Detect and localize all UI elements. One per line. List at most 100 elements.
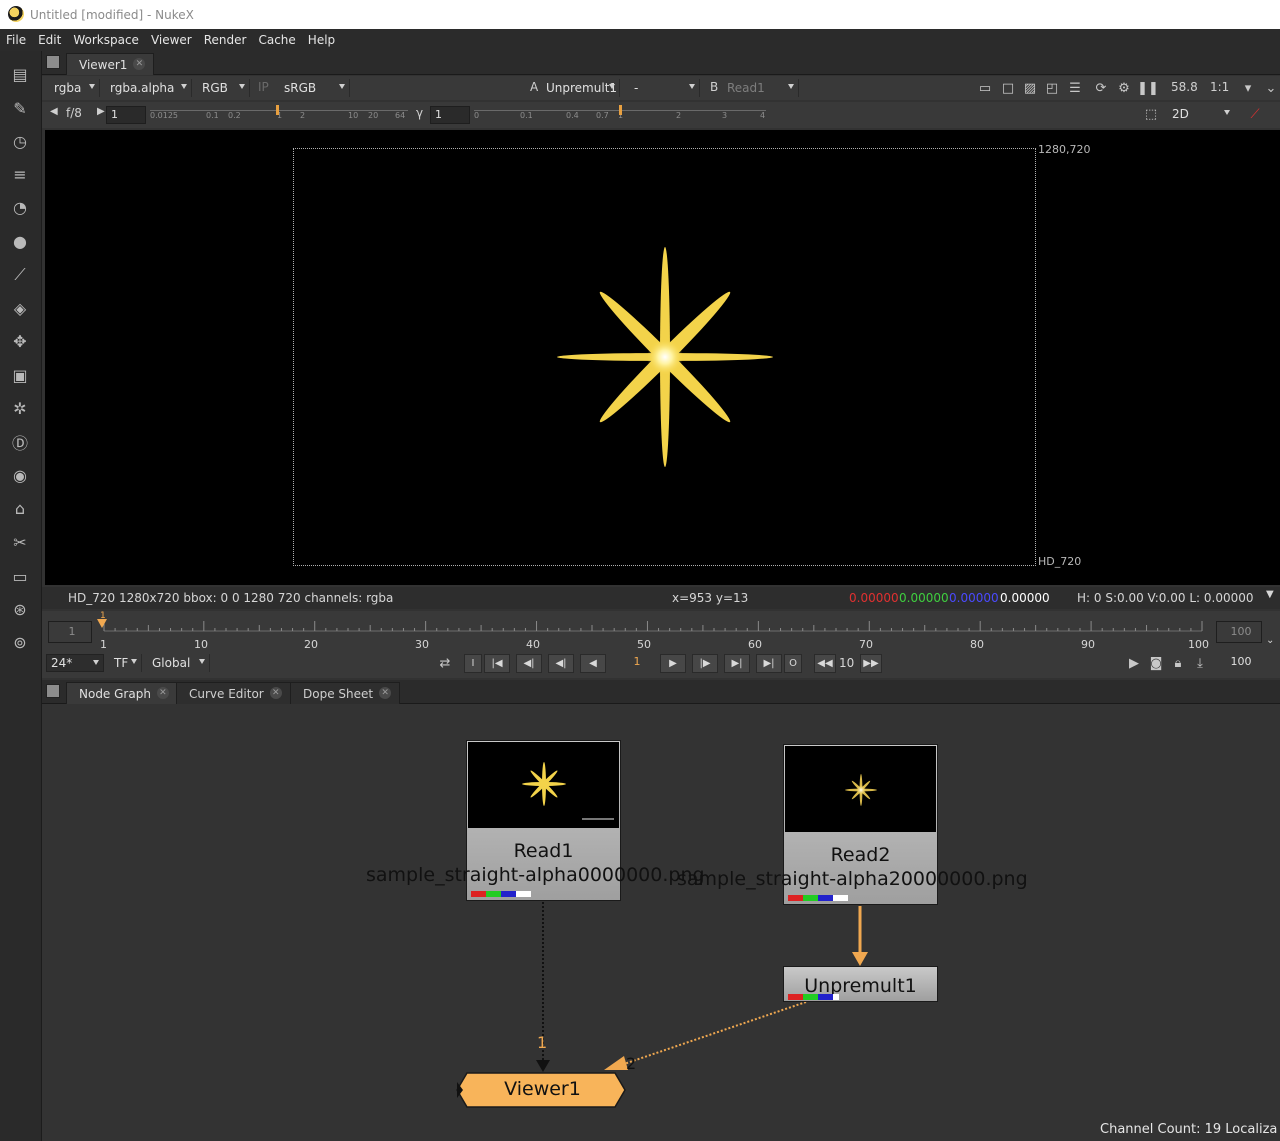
filter-tools-icon[interactable]: ●	[9, 230, 31, 252]
roi-icon[interactable]: ▭	[976, 79, 994, 97]
tab-curve-editor[interactable]: Curve Editor ✕	[176, 682, 291, 704]
close-icon[interactable]: ✕	[379, 687, 392, 699]
scanlines-icon[interactable]: ☰	[1066, 79, 1084, 97]
tick-label: 40	[526, 638, 540, 651]
draw-tools-icon[interactable]: ✎	[9, 97, 31, 119]
loop-mode-icon[interactable]: ⇄	[436, 654, 454, 672]
timeline-start-field[interactable]: 1	[48, 621, 92, 643]
paint-pick-icon[interactable]: ⟋	[1246, 105, 1264, 123]
in-point-button[interactable]: I	[464, 654, 482, 673]
refresh-icon[interactable]: ⟳	[1092, 79, 1110, 97]
range-scope-dropdown[interactable]: Global	[148, 654, 210, 672]
close-icon[interactable]: ✕	[156, 687, 169, 699]
input-b-dropdown[interactable]: Read1	[723, 79, 799, 97]
time-tools-icon[interactable]: ◷	[9, 130, 31, 152]
particles-tools-icon[interactable]: ✲	[9, 397, 31, 419]
end-frame-field[interactable]: 100	[1216, 654, 1262, 674]
node-graph-canvas[interactable]	[42, 704, 1280, 1141]
prev-keyframe-button[interactable]: ◀|	[516, 654, 542, 673]
menu-viewer[interactable]: Viewer	[145, 33, 198, 47]
play-backward-button[interactable]: ◀	[580, 654, 606, 673]
ofx-tools-icon[interactable]: ⊚	[9, 631, 31, 653]
image-tools-icon[interactable]: ▤	[9, 63, 31, 85]
prev-frame-button[interactable]: ◀|	[548, 654, 574, 673]
tab-node-graph[interactable]: Node Graph ✕	[66, 682, 178, 704]
pane-menu-icon[interactable]	[46, 55, 60, 69]
gain-slider-handle[interactable]	[276, 105, 279, 115]
timeline-end-field[interactable]: 100	[1216, 621, 1262, 643]
menu-help[interactable]: Help	[302, 33, 341, 47]
gamma-slider-handle[interactable]	[619, 105, 622, 115]
lut-dropdown[interactable]: sRGB	[280, 79, 350, 97]
channel-chip-blue	[818, 994, 833, 1000]
timeline-collapse-icon[interactable]: ⌄	[1266, 635, 1274, 646]
flipbook-icon[interactable]: ▶	[1125, 654, 1143, 672]
play-forward-button[interactable]: ▶	[660, 654, 686, 673]
guides-icon[interactable]: □	[999, 79, 1017, 97]
out-point-button[interactable]: O	[784, 654, 802, 673]
timeline: 1 1 1 10 20 30 40 50 60 70 80 90 100 100…	[42, 611, 1280, 651]
views-tools-icon[interactable]: ◉	[9, 464, 31, 486]
compare-dropdown[interactable]: -	[630, 79, 700, 97]
clip-warning-icon[interactable]: ▨	[1021, 79, 1039, 97]
step-forward-button[interactable]: ▶▶	[860, 654, 882, 673]
info-dropdown-icon[interactable]: ▼	[1266, 589, 1274, 600]
3d-tools-icon[interactable]: ▣	[9, 364, 31, 386]
capture-icon[interactable]: ◙	[1147, 654, 1165, 672]
merge-tools-icon[interactable]: ◈	[9, 297, 31, 319]
other-tools-icon[interactable]: ▭	[9, 565, 31, 587]
step-back-button[interactable]: ◀◀	[814, 654, 836, 673]
ip-button[interactable]: IP	[258, 80, 269, 94]
furnace-tools-icon[interactable]: ⊛	[9, 598, 31, 620]
metadata-tools-icon[interactable]: ⌂	[9, 497, 31, 519]
display-channel-dropdown[interactable]: RGB	[198, 79, 250, 97]
gamma-slider[interactable]: 0 0.1 0.4 0.7 1 2 3 4	[474, 105, 766, 122]
layer-dropdown[interactable]: rgba	[50, 79, 100, 97]
hsv-values: H: 0 S:0.00 V:0.00 L: 0.00000	[1077, 591, 1254, 605]
step-increment[interactable]: 10	[839, 656, 854, 670]
tf-dropdown[interactable]: TF	[110, 654, 142, 672]
tab-viewer1[interactable]: Viewer1 ✕	[66, 53, 155, 75]
region-select-icon[interactable]: ⬚	[1142, 105, 1160, 123]
collapse-icon[interactable]: ⌄	[1264, 79, 1278, 97]
settings-gear-icon[interactable]: ⚙	[1115, 79, 1133, 97]
zoom-value[interactable]: 58.8	[1171, 80, 1198, 94]
gain-slider[interactable]: 0.0125 0.1 0.2 1 2 10 20 64	[150, 105, 408, 122]
menu-render[interactable]: Render	[198, 33, 253, 47]
next-frame-button[interactable]: |▶	[692, 654, 718, 673]
gain-input[interactable]: 1	[106, 106, 146, 124]
keyer-tools-icon[interactable]: ⟋	[9, 264, 31, 286]
input-a-dropdown[interactable]: Unpremult1	[542, 79, 620, 97]
deep-tools-icon[interactable]: Ⓓ	[9, 431, 31, 453]
next-fstop-icon[interactable]: ▶	[97, 106, 105, 117]
menu-cache[interactable]: Cache	[252, 33, 301, 47]
fps-dropdown[interactable]: 24*	[46, 654, 104, 672]
timeline-ruler[interactable]	[98, 611, 1208, 651]
menu-workspace[interactable]: Workspace	[67, 33, 145, 47]
proxy-value[interactable]: 1:1	[1210, 80, 1229, 94]
next-keyframe-button[interactable]: ▶|	[724, 654, 750, 673]
toolsets-icon[interactable]: ✂	[9, 531, 31, 553]
menu-edit[interactable]: Edit	[32, 33, 67, 47]
cache-icon[interactable]: ⤓	[1191, 654, 1209, 672]
color-tools-icon[interactable]: ◔	[9, 196, 31, 218]
close-icon[interactable]: ✕	[269, 687, 282, 699]
prev-fstop-icon[interactable]: ◀	[50, 106, 58, 117]
channel-dropdown[interactable]: rgba.alpha	[106, 79, 192, 97]
lock-icon[interactable]: 🔒︎	[1169, 654, 1187, 672]
last-frame-button[interactable]: ▶|	[756, 654, 782, 673]
proxy-dropdown-icon[interactable]: ▾	[1241, 79, 1255, 97]
tab-dope-sheet[interactable]: Dope Sheet ✕	[290, 682, 401, 704]
first-frame-button[interactable]: |◀	[484, 654, 510, 673]
unpremult1-node[interactable]: Unpremult1	[783, 966, 938, 1002]
gamma-input[interactable]: 1	[430, 106, 470, 124]
view-mode-dropdown[interactable]: 2D	[1168, 105, 1234, 123]
transform-tools-icon[interactable]: ✥	[9, 330, 31, 352]
menu-file[interactable]: File	[0, 33, 32, 47]
channel-tools-icon[interactable]: ≡	[9, 163, 31, 185]
overlay-icon[interactable]: ◰	[1043, 79, 1061, 97]
current-frame-field[interactable]: 1	[612, 654, 658, 673]
close-icon[interactable]: ✕	[133, 58, 146, 70]
pane-menu-icon[interactable]	[46, 684, 60, 698]
pause-icon[interactable]: ❚❚	[1137, 79, 1159, 97]
